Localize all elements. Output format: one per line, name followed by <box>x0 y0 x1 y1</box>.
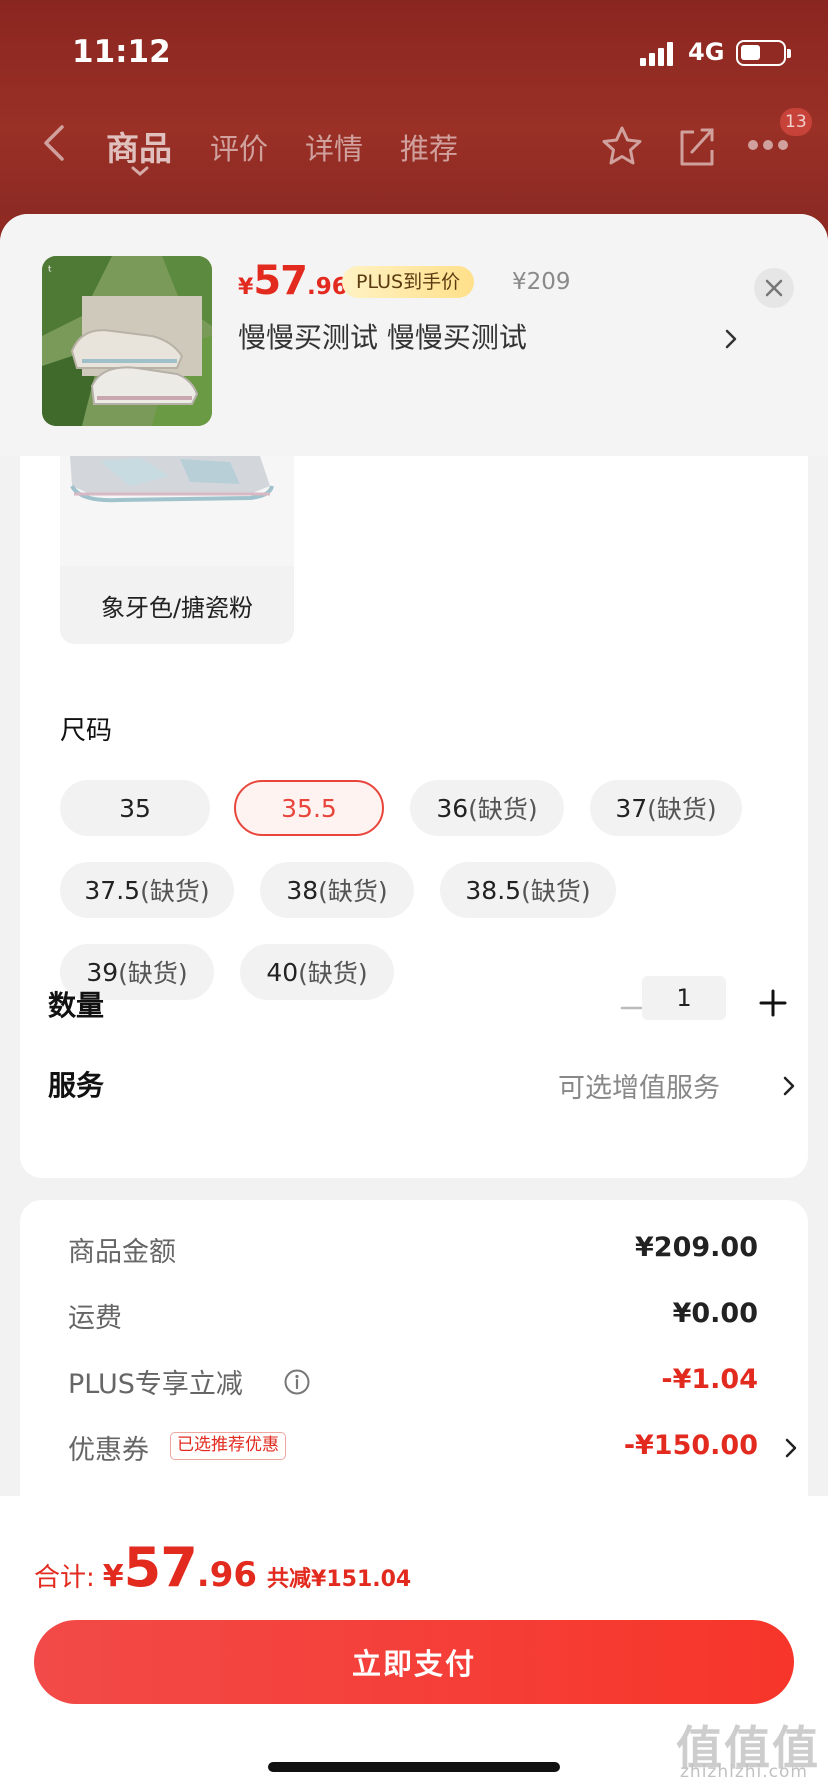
shipping-row: 运费 ¥0.00 <box>68 1296 808 1346</box>
chevron-right-icon[interactable] <box>722 326 740 352</box>
tab-details[interactable]: 详情 <box>305 126 363 168</box>
sheet-price: ¥ 57 .96 <box>238 258 348 314</box>
back-icon[interactable] <box>40 124 68 162</box>
price-integer: 57 <box>253 258 308 304</box>
coupon-recommended-tag: 已选推荐优惠 <box>170 1432 286 1460</box>
more-icon[interactable] <box>748 140 788 152</box>
product-thumbnail: ᵗ <box>42 256 212 426</box>
tab-reviews[interactable]: 评价 <box>210 126 268 168</box>
product-page-header: 11:12 4G 商品 评价 详情 推荐 13 <box>0 0 828 215</box>
color-option-label: 象牙色/搪瓷粉 <box>100 594 254 622</box>
service-value[interactable]: 可选增值服务 <box>558 1066 720 1105</box>
out-of-stock-note: (缺货) <box>298 959 368 988</box>
size-option-36[interactable]: 36 (缺货) <box>410 780 564 836</box>
shipping-label: 运费 <box>68 1303 122 1334</box>
info-icon[interactable] <box>283 1368 311 1396</box>
size-value: 36 <box>436 793 469 823</box>
status-bar: 11:12 4G <box>0 0 828 100</box>
active-tab-indicator <box>131 166 149 176</box>
signal-icon <box>640 42 678 66</box>
sheet-product-summary: ᵗ ¥ 57 .96 PLUS到手价 ¥209 慢慢买测试 慢慢买测试 <box>0 214 828 456</box>
svg-text:ᵗ: ᵗ <box>48 264 52 280</box>
price-currency: ¥ <box>238 275 254 300</box>
goods-amount-row: 商品金额 ¥209.00 <box>68 1230 808 1280</box>
chevron-right-icon[interactable] <box>784 1436 798 1460</box>
out-of-stock-note: (缺货) <box>468 795 538 824</box>
total-currency: ¥ <box>102 1559 124 1594</box>
total-summary: 合计: ¥ 57 .96 共减¥151.04 <box>34 1536 411 1599</box>
original-price: ¥209 <box>512 269 571 295</box>
coupon-row[interactable]: 优惠券 已选推荐优惠 -¥150.00 <box>68 1428 808 1478</box>
checkout-footer: 合计: ¥ 57 .96 共减¥151.04 立即支付 值值值 zhizhizh… <box>0 1496 828 1792</box>
favorite-star-icon[interactable] <box>600 124 644 168</box>
total-integer: 57 <box>123 1536 198 1599</box>
product-title[interactable]: 慢慢买测试 慢慢买测试 <box>238 316 527 356</box>
size-option-35-5[interactable]: 35.5 <box>234 780 384 836</box>
size-option-40[interactable]: 40 (缺货) <box>240 944 394 1000</box>
size-option-37[interactable]: 37 (缺货) <box>590 780 742 836</box>
size-value: 35 <box>119 793 151 823</box>
total-decimal: .96 <box>196 1555 258 1595</box>
chevron-right-icon[interactable] <box>782 1074 796 1098</box>
quantity-input[interactable]: 1 <box>642 976 726 1020</box>
size-value: 37.5 <box>84 875 141 905</box>
size-value: 37 <box>615 793 648 823</box>
pay-now-button[interactable]: 立即支付 <box>34 1620 794 1704</box>
tab-recommend[interactable]: 推荐 <box>400 126 458 168</box>
coupon-label: 优惠券 <box>68 1435 149 1466</box>
out-of-stock-note: (缺货) <box>521 877 591 906</box>
quantity-label: 数量 <box>48 989 105 1022</box>
message-count-badge: 13 <box>780 108 812 136</box>
quantity-decrease-button[interactable] <box>620 996 644 1020</box>
goods-amount-value: ¥209.00 <box>635 1232 758 1263</box>
close-button[interactable] <box>754 268 794 308</box>
out-of-stock-note: (缺货) <box>140 877 210 906</box>
size-value: 38 <box>286 875 319 905</box>
plus-price-badge: PLUS到手价 <box>342 266 475 298</box>
home-indicator[interactable] <box>268 1762 560 1772</box>
watermark-url: zhizhizhi.com <box>680 1762 808 1782</box>
size-value: 35.5 <box>281 793 337 823</box>
size-option-38-5[interactable]: 38.5 (缺货) <box>440 862 616 918</box>
size-option-37-5[interactable]: 37.5 (缺货) <box>60 862 234 918</box>
network-type: 4G <box>688 38 725 66</box>
spec-card: 象牙色/搪瓷粉 尺码 35 35.5 36 (缺货) 37 (缺货) 37.5 (缺货… <box>20 456 808 1178</box>
plus-discount-value: -¥1.04 <box>661 1364 758 1395</box>
size-value: 38.5 <box>465 875 522 905</box>
total-label: 合计: <box>34 1563 95 1593</box>
color-option-image <box>60 456 294 566</box>
tab-product[interactable]: 商品 <box>106 122 172 170</box>
coupon-value: -¥150.00 <box>623 1430 758 1461</box>
size-value: 40 <box>266 957 299 987</box>
size-heading: 尺码 <box>60 716 113 746</box>
total-saved: 共减¥151.04 <box>267 1567 412 1592</box>
goods-amount-label: 商品金额 <box>68 1237 176 1268</box>
close-icon <box>765 279 783 297</box>
battery-icon <box>736 40 791 66</box>
service-label: 服务 <box>48 1069 105 1102</box>
color-option[interactable]: 象牙色/搪瓷粉 <box>60 456 294 644</box>
product-nav-bar: 商品 评价 详情 推荐 13 <box>0 108 828 180</box>
out-of-stock-note: (缺货) <box>647 795 717 824</box>
size-option-35[interactable]: 35 <box>60 780 210 836</box>
share-icon[interactable] <box>676 124 718 168</box>
plus-discount-row: PLUS专享立减 -¥1.04 <box>68 1362 808 1412</box>
status-time: 11:12 <box>72 34 171 70</box>
out-of-stock-note: (缺货) <box>318 877 388 906</box>
plus-discount-label: PLUS专享立减 <box>68 1369 243 1400</box>
size-value: 39 <box>86 957 119 987</box>
out-of-stock-note: (缺货) <box>118 959 188 988</box>
shipping-value: ¥0.00 <box>672 1298 758 1329</box>
quantity-increase-button[interactable] <box>758 988 788 1018</box>
size-option-38[interactable]: 38 (缺货) <box>260 862 414 918</box>
sheet-options: 象牙色/搪瓷粉 尺码 35 35.5 36 (缺货) 37 (缺货) 37.5 (缺货… <box>0 456 828 1560</box>
